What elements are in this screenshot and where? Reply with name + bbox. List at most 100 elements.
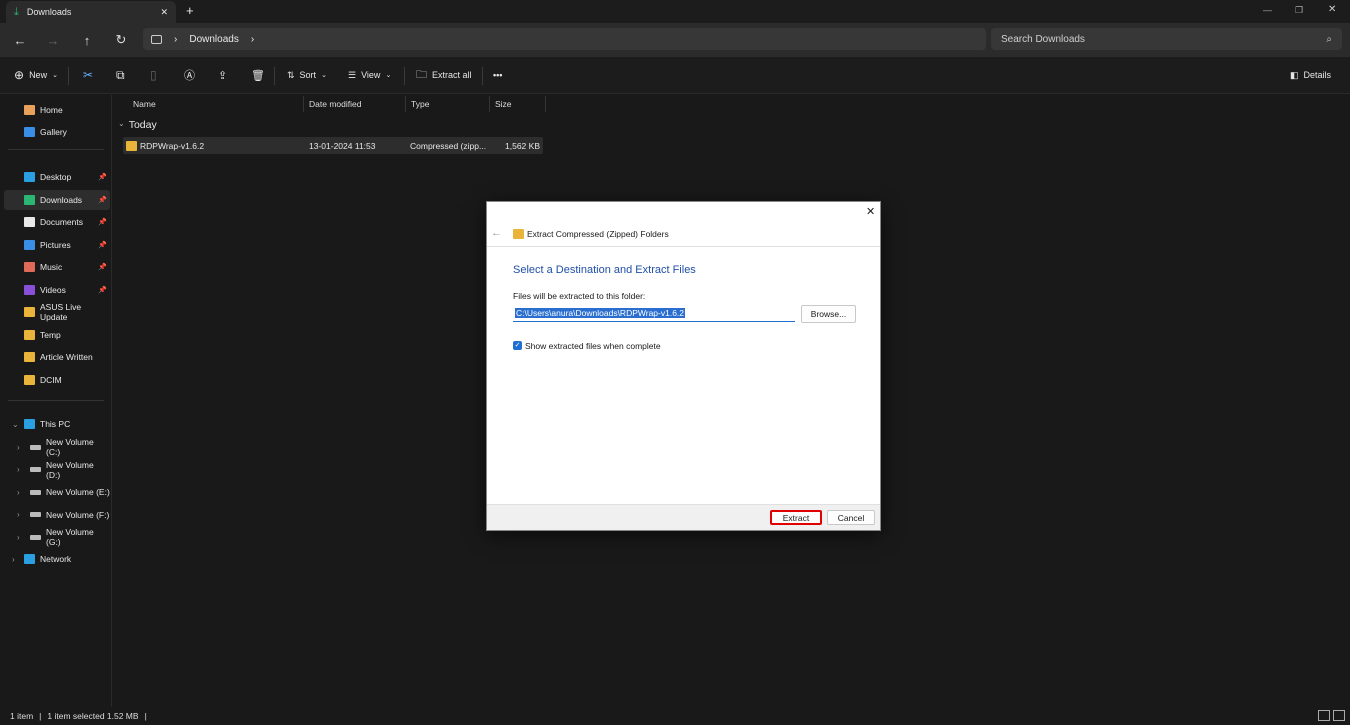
desktop-icon xyxy=(24,172,35,182)
details-button[interactable]: ◧ Details xyxy=(1290,66,1331,84)
gallery-icon xyxy=(24,127,35,137)
sidebar-item-home[interactable]: Home xyxy=(4,100,110,120)
chevron-right-icon[interactable]: › xyxy=(17,533,20,542)
up-button[interactable]: ↑ xyxy=(78,31,96,49)
sidebar-item-folder[interactable]: Article Written xyxy=(4,347,110,367)
folder-icon xyxy=(24,307,35,317)
sidebar-item-folder[interactable]: DCIM xyxy=(4,370,110,390)
view-icon: ☰ xyxy=(348,69,357,80)
tab-close-button[interactable]: ✕ xyxy=(160,7,168,18)
chevron-right-icon[interactable]: › xyxy=(17,488,20,497)
sidebar-item-folder[interactable]: ASUS Live Update xyxy=(4,302,110,322)
view-button[interactable]: ☰ View ⌄ xyxy=(348,66,391,84)
pictures-icon xyxy=(24,239,35,250)
tab-downloads[interactable]: ⤓ Downloads ✕ xyxy=(6,1,176,23)
chevron-right-icon[interactable]: › xyxy=(12,555,15,564)
sidebar-label: Downloads xyxy=(40,194,83,205)
more-options-button[interactable]: ••• xyxy=(493,66,502,84)
group-header-today[interactable]: ⌄ Today xyxy=(118,119,157,131)
column-header-date[interactable]: Date modified xyxy=(304,96,406,112)
sidebar-item-drive[interactable]: › New Volume (C:) xyxy=(4,437,110,457)
sidebar-item-videos[interactable]: Videos 📌 xyxy=(4,280,110,300)
chevron-right-icon[interactable]: › xyxy=(17,443,20,452)
chevron-down-icon: ⌄ xyxy=(118,119,125,128)
group-label: Today xyxy=(128,119,157,131)
pin-icon[interactable]: 📌 xyxy=(98,173,107,181)
pin-icon[interactable]: 📌 xyxy=(98,196,107,204)
minimize-button[interactable]: — xyxy=(1263,5,1272,15)
dialog-close-button[interactable]: ✕ xyxy=(866,205,875,218)
sidebar-label: Documents xyxy=(40,217,83,227)
window-close-button[interactable]: ✕ xyxy=(1328,4,1336,15)
search-input[interactable]: Search Downloads ⌕ xyxy=(991,28,1342,50)
rename-icon[interactable]: Ⓐ xyxy=(184,66,195,84)
chevron-right-icon[interactable]: › xyxy=(17,465,20,474)
folder-icon xyxy=(24,352,35,362)
new-tab-button[interactable]: + xyxy=(186,3,194,18)
cancel-button[interactable]: Cancel xyxy=(827,510,875,525)
plus-circle-icon: ⊕ xyxy=(14,68,25,82)
tiles-view-icon[interactable] xyxy=(1333,710,1345,721)
selection-info: 1 item selected 1.52 MB xyxy=(47,711,139,721)
status-bar: 1 item | 1 item selected 1.52 MB | xyxy=(0,707,1350,725)
delete-icon[interactable]: 🗑 xyxy=(251,66,265,84)
downloads-icon xyxy=(24,194,35,205)
pin-icon[interactable]: 📌 xyxy=(98,263,107,271)
dialog-back-button[interactable]: ← xyxy=(491,227,502,239)
cut-icon[interactable]: ✂ xyxy=(83,66,93,84)
sidebar-item-pictures[interactable]: Pictures 📌 xyxy=(4,235,110,255)
chevron-down-icon[interactable]: ⌄ xyxy=(12,420,19,429)
pin-icon[interactable]: 📌 xyxy=(98,241,107,249)
breadcrumb-chevron[interactable]: › xyxy=(251,34,254,45)
back-button[interactable]: ← xyxy=(11,31,29,49)
pin-icon[interactable]: 📌 xyxy=(98,218,107,226)
network-icon xyxy=(24,554,35,564)
copy-icon[interactable]: ⧉ xyxy=(116,66,125,84)
sidebar-item-music[interactable]: Music 📌 xyxy=(4,257,110,277)
sidebar-item-this-pc[interactable]: ⌄ This PC xyxy=(4,414,110,434)
new-button[interactable]: ⊕ New ⌄ xyxy=(14,66,58,84)
file-date: 13-01-2024 11:53 xyxy=(309,141,376,151)
destination-path-input[interactable]: C:\Users\anura\Downloads\RDPWrap-v1.6.2 xyxy=(513,306,795,322)
details-view-icon[interactable] xyxy=(1318,710,1330,721)
sidebar-item-folder[interactable]: Temp xyxy=(4,325,110,345)
show-files-checkbox[interactable]: ✓ xyxy=(513,341,522,350)
sidebar-item-drive[interactable]: › New Volume (D:) xyxy=(4,460,110,480)
sidebar-label: New Volume (D:) xyxy=(46,459,94,480)
browse-button[interactable]: Browse... xyxy=(801,305,856,323)
extract-dialog: ✕ ← Extract Compressed (Zipped) Folders … xyxy=(486,201,881,531)
sidebar-label: Videos xyxy=(40,284,66,295)
folder-icon xyxy=(24,329,35,340)
sidebar-label: Home xyxy=(40,105,63,115)
sidebar-item-gallery[interactable]: Gallery xyxy=(4,122,110,142)
refresh-button[interactable]: ↻ xyxy=(112,31,130,49)
share-icon[interactable]: ⇪ xyxy=(218,66,227,84)
breadcrumb-downloads[interactable]: Downloads xyxy=(189,34,238,45)
sidebar-label: New Volume (G:) xyxy=(46,527,94,547)
chevron-right-icon[interactable]: › xyxy=(17,510,20,519)
sidebar-label: New Volume (F:) xyxy=(46,509,110,520)
sort-button[interactable]: ⇅ Sort ⌄ xyxy=(287,66,327,84)
sidebar-label: Desktop xyxy=(40,172,72,182)
sidebar-item-documents[interactable]: Documents 📌 xyxy=(4,212,110,232)
extract-button[interactable]: Extract xyxy=(770,510,822,525)
address-bar[interactable]: › Downloads › xyxy=(143,28,986,50)
forward-button[interactable]: → xyxy=(44,31,62,49)
file-row[interactable]: RDPWrap-v1.6.2 13-01-2024 11:53 Compress… xyxy=(123,137,543,154)
extract-all-label: Extract all xyxy=(432,70,472,80)
column-header-type[interactable]: Type xyxy=(406,96,490,112)
extract-all-button[interactable]: 🗀 Extract all xyxy=(416,66,472,84)
sidebar-item-downloads[interactable]: Downloads 📌 xyxy=(4,189,110,210)
show-files-label[interactable]: Show extracted files when complete xyxy=(525,341,661,351)
sidebar-item-drive[interactable]: › New Volume (E:) xyxy=(4,482,110,502)
paste-icon[interactable]: ▯ xyxy=(150,66,157,84)
sidebar-item-network[interactable]: › Network xyxy=(4,549,110,569)
pin-icon[interactable]: 📌 xyxy=(98,286,107,294)
sidebar-item-desktop[interactable]: Desktop 📌 xyxy=(4,167,110,187)
maximize-button[interactable]: ❐ xyxy=(1295,5,1303,16)
sidebar-item-drive[interactable]: › New Volume (G:) xyxy=(4,527,110,547)
sidebar-item-drive[interactable]: › New Volume (F:) xyxy=(4,505,110,525)
sidebar-label: Article Written xyxy=(40,352,93,362)
column-header-name[interactable]: Name xyxy=(128,96,304,112)
column-header-size[interactable]: Size xyxy=(490,96,546,112)
